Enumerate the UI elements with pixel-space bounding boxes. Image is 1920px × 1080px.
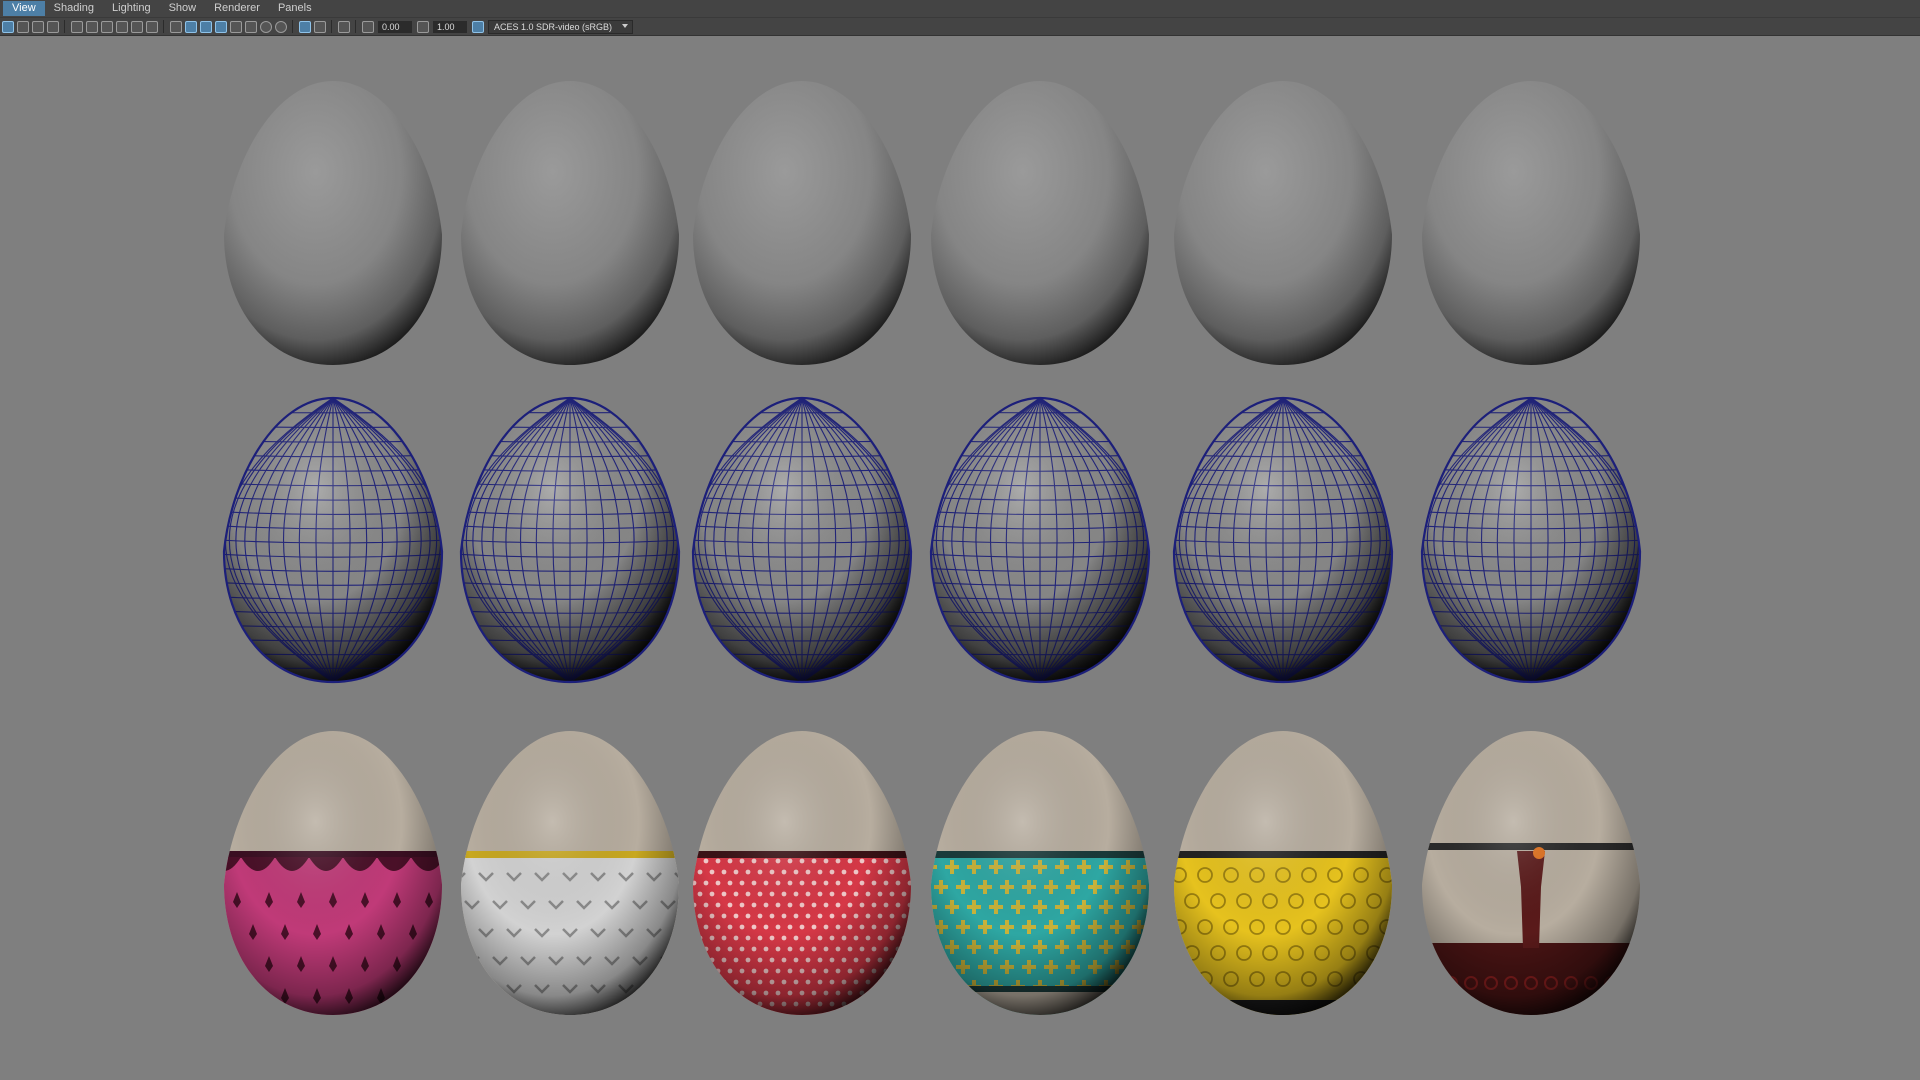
image-plane-icon[interactable] <box>46 20 59 33</box>
egg-textured-fleur[interactable] <box>201 731 481 1020</box>
egg-wireframe[interactable] <box>1169 396 1397 684</box>
egg-shaded[interactable] <box>1422 81 1640 365</box>
egg-textured-chevron[interactable] <box>451 731 703 1020</box>
lighting-icon[interactable] <box>229 20 242 33</box>
select-camera-icon[interactable] <box>1 20 14 33</box>
gate-mask-icon[interactable] <box>115 20 128 33</box>
egg-textured-cross[interactable] <box>923 731 1168 1032</box>
egg-shaded[interactable] <box>1174 81 1392 365</box>
camera-attributes-icon[interactable] <box>16 20 29 33</box>
egg-wireframe[interactable] <box>1417 396 1645 684</box>
toolbar-separator <box>292 20 293 33</box>
egg-wireframe[interactable] <box>456 396 684 684</box>
color-management-icon[interactable] <box>471 20 484 33</box>
color-space-label: ACES 1.0 SDR-video (sRGB) <box>494 21 613 32</box>
egg-wireframe[interactable] <box>688 396 916 684</box>
wireframe-on-shaded-icon[interactable] <box>199 20 212 33</box>
toolbar-separator <box>163 20 164 33</box>
smooth-shade-icon[interactable] <box>184 20 197 33</box>
xray-icon[interactable] <box>313 20 326 33</box>
textured-icon[interactable] <box>214 20 227 33</box>
menu-lighting[interactable]: Lighting <box>103 1 160 16</box>
toolbar-separator <box>355 20 356 33</box>
grid-icon[interactable] <box>70 20 83 33</box>
motion-blur-icon[interactable] <box>274 20 287 33</box>
viewport-3d[interactable] <box>0 35 1920 1080</box>
wireframe-icon[interactable] <box>169 20 182 33</box>
resolution-gate-icon[interactable] <box>100 20 113 33</box>
egg-shaded[interactable] <box>461 81 679 365</box>
xray-joints-icon[interactable] <box>337 20 350 33</box>
color-space-dropdown[interactable]: ACES 1.0 SDR-video (sRGB) <box>488 19 633 34</box>
field-chart-icon[interactable] <box>130 20 143 33</box>
ambient-occlusion-icon[interactable] <box>259 20 272 33</box>
menu-view[interactable]: View <box>3 1 45 16</box>
egg-shaded[interactable] <box>693 81 911 365</box>
toolbar-separator <box>64 20 65 33</box>
panel-toolbar: 0.00 1.00 ACES 1.0 SDR-video (sRGB) <box>0 17 1920 36</box>
menu-renderer[interactable]: Renderer <box>205 1 269 16</box>
chevron-down-icon <box>622 23 628 28</box>
egg-shaded[interactable] <box>931 81 1149 365</box>
exposure-field[interactable]: 0.00 <box>378 20 412 33</box>
toolbar-separator <box>331 20 332 33</box>
egg-wireframe[interactable] <box>926 396 1154 684</box>
egg-textured-dots[interactable] <box>688 731 918 1020</box>
bookmarks-icon[interactable] <box>31 20 44 33</box>
egg-textured-swirl[interactable] <box>1417 731 1645 1063</box>
egg-wireframe[interactable] <box>219 396 447 684</box>
shadows-icon[interactable] <box>244 20 257 33</box>
menu-show[interactable]: Show <box>160 1 206 16</box>
menu-shading[interactable]: Shading <box>45 1 103 16</box>
gamma-field[interactable]: 1.00 <box>433 20 467 33</box>
egg-textured-flower[interactable] <box>1169 731 1407 1030</box>
egg-shaded[interactable] <box>224 81 442 365</box>
gamma-icon[interactable] <box>416 20 429 33</box>
panel-menubar: View Shading Lighting Show Renderer Panels <box>0 0 1920 17</box>
isolate-select-icon[interactable] <box>298 20 311 33</box>
exposure-icon[interactable] <box>361 20 374 33</box>
safe-action-icon[interactable] <box>145 20 158 33</box>
menu-panels[interactable]: Panels <box>269 1 321 16</box>
film-gate-icon[interactable] <box>85 20 98 33</box>
